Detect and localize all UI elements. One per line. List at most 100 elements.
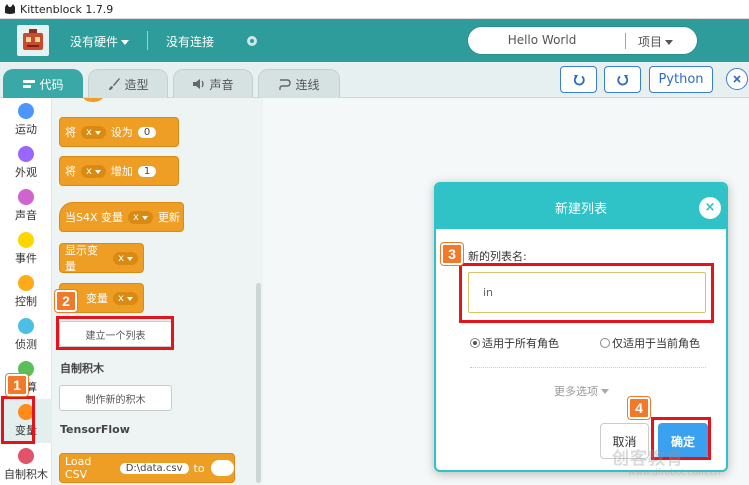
step-badge-2: 2 (55, 290, 77, 312)
more-options-label: 更多选项 (554, 385, 598, 398)
close-icon (733, 75, 741, 83)
hardware-menu[interactable]: 没有硬件 (70, 33, 130, 50)
make-block-button[interactable]: 制作新的积木 (59, 385, 172, 411)
chevron-down-icon (665, 39, 674, 45)
palette-scrollbar-thumb[interactable] (256, 283, 261, 483)
connection-menu[interactable]: 没有连接 (166, 33, 214, 50)
category-motion-label: 运动 (15, 123, 37, 136)
radio-unselected-icon[interactable] (600, 338, 610, 348)
radio-all-sprites[interactable]: 适用于所有角色 (470, 335, 559, 351)
variable-dropdown-value: x (133, 211, 139, 223)
speaker-icon (193, 79, 205, 89)
more-options-toggle[interactable]: 更多选项 (554, 383, 609, 399)
close-icon[interactable]: × (699, 197, 721, 219)
python-button[interactable]: Python (649, 66, 713, 93)
project-name-field[interactable]: Hello World (468, 33, 616, 47)
category-motion[interactable]: 运动 (0, 103, 52, 137)
project-bar: Hello World 项目 (468, 27, 697, 54)
show-block-prefix: 显示变量 (65, 244, 98, 273)
tab-wiring[interactable]: 连线 (258, 69, 340, 98)
dialog-header: 新建列表 × (436, 184, 726, 229)
category-sound-dot (18, 189, 34, 205)
category-sound[interactable]: 声音 (0, 189, 52, 223)
tab-costumes[interactable]: 造型 (88, 69, 168, 98)
variable-dropdown[interactable]: x (81, 164, 106, 178)
palette-scrollbar[interactable] (255, 98, 262, 485)
tensorflow-heading: TensorFlow (60, 423, 130, 436)
tab-code-label: 代码 (39, 77, 64, 92)
tab-sounds[interactable]: 声音 (173, 69, 253, 98)
robot-logo-icon (17, 25, 49, 56)
category-sensing[interactable]: 侦测 (0, 318, 52, 352)
new-list-dialog: 新建列表 × 新的列表名: 适用于所有角色 仅适用于当前角色 更多选项 取消 确… (434, 182, 728, 472)
csv-target-input[interactable] (210, 460, 234, 476)
set-block-prefix: 将 (65, 126, 76, 139)
category-variables-label: 变量 (15, 424, 37, 437)
load-csv-block[interactable]: Load CSV D:\data.csv to (59, 453, 235, 483)
watermark-url: www.dfrobot.com.cn (628, 468, 721, 478)
redo-icon (616, 74, 628, 85)
category-my-blocks[interactable]: 自制积木 (0, 448, 52, 482)
project-divider (625, 33, 626, 49)
dialog-divider (470, 367, 706, 368)
value-input[interactable]: 1 (137, 165, 157, 177)
tab-costumes-label: 造型 (124, 77, 149, 92)
variable-dropdown-value: x (118, 252, 124, 264)
variable-dropdown[interactable]: x (113, 251, 138, 265)
radio-all-sprites-label: 适用于所有角色 (482, 337, 559, 350)
show-variable-block[interactable]: 显示变量 x (59, 243, 144, 273)
s4x-update-block[interactable]: 当S4X 变量 x 更新 (59, 202, 184, 232)
radio-current-sprite[interactable]: 仅适用于当前角色 (600, 335, 700, 351)
category-looks[interactable]: 外观 (0, 146, 52, 180)
list-name-label: 新的列表名: (468, 250, 527, 263)
project-menu-label: 项目 (638, 35, 663, 49)
project-menu[interactable]: 项目 (638, 33, 674, 50)
value-input[interactable]: 0 (137, 126, 157, 138)
load-csv-prefix: Load CSV (65, 455, 92, 481)
python-button-label: Python (658, 72, 704, 87)
redo-button[interactable] (604, 66, 641, 93)
category-my-blocks-dot (18, 448, 34, 464)
category-sensing-label: 侦测 (15, 338, 37, 351)
radio-current-sprite-label: 仅适用于当前角色 (612, 337, 700, 350)
category-control-label: 控制 (15, 295, 37, 308)
paintbrush-icon (109, 78, 121, 90)
undo-button[interactable] (560, 66, 597, 93)
csv-path-input[interactable]: D:\data.csv (119, 462, 189, 474)
chevron-down-icon (94, 130, 101, 135)
my-blocks-heading: 自制积木 (60, 362, 104, 375)
window-title: Kittenblock 1.7.9 (20, 2, 114, 16)
variable-dropdown-value: x (86, 126, 92, 138)
list-name-input[interactable] (468, 272, 706, 313)
change-block-mid: 增加 (110, 165, 133, 178)
s4x-block-suffix: 更新 (157, 211, 180, 224)
variable-dropdown[interactable]: x (128, 210, 153, 224)
category-looks-dot (18, 146, 34, 162)
variable-dropdown[interactable]: x (81, 125, 106, 139)
variable-dropdown[interactable]: x (113, 291, 138, 305)
category-looks-label: 外观 (15, 166, 37, 179)
editor-toolbar: 代码 造型 声音 连线 Python (0, 62, 749, 98)
tab-wiring-label: 连线 (295, 77, 320, 92)
radio-selected-icon[interactable] (470, 338, 480, 348)
set-variable-block[interactable]: 将 x 设为 0 (59, 117, 179, 147)
chevron-down-icon (121, 39, 130, 45)
category-variables-dot (18, 404, 34, 420)
make-list-button[interactable]: 建立一个列表 (59, 321, 172, 347)
category-control-dot (18, 275, 34, 291)
code-blocks-icon (23, 80, 36, 88)
category-variables[interactable]: 变量 (0, 399, 52, 443)
category-events-label: 事件 (15, 252, 37, 265)
category-events[interactable]: 事件 (0, 232, 52, 266)
stop-button[interactable] (726, 68, 748, 90)
cable-icon (279, 79, 292, 90)
s4x-block-prefix: 当S4X 变量 (65, 211, 124, 224)
change-variable-block[interactable]: 将 x 增加 1 (59, 156, 179, 186)
tab-code[interactable]: 代码 (3, 69, 83, 98)
kittenblock-app-icon (5, 4, 15, 14)
step-badge-4: 4 (628, 397, 650, 419)
window-title-bar: Kittenblock 1.7.9 (0, 0, 749, 19)
settings-icon[interactable] (246, 35, 258, 47)
dialog-title: 新建列表 (554, 202, 607, 217)
category-control[interactable]: 控制 (0, 275, 52, 309)
